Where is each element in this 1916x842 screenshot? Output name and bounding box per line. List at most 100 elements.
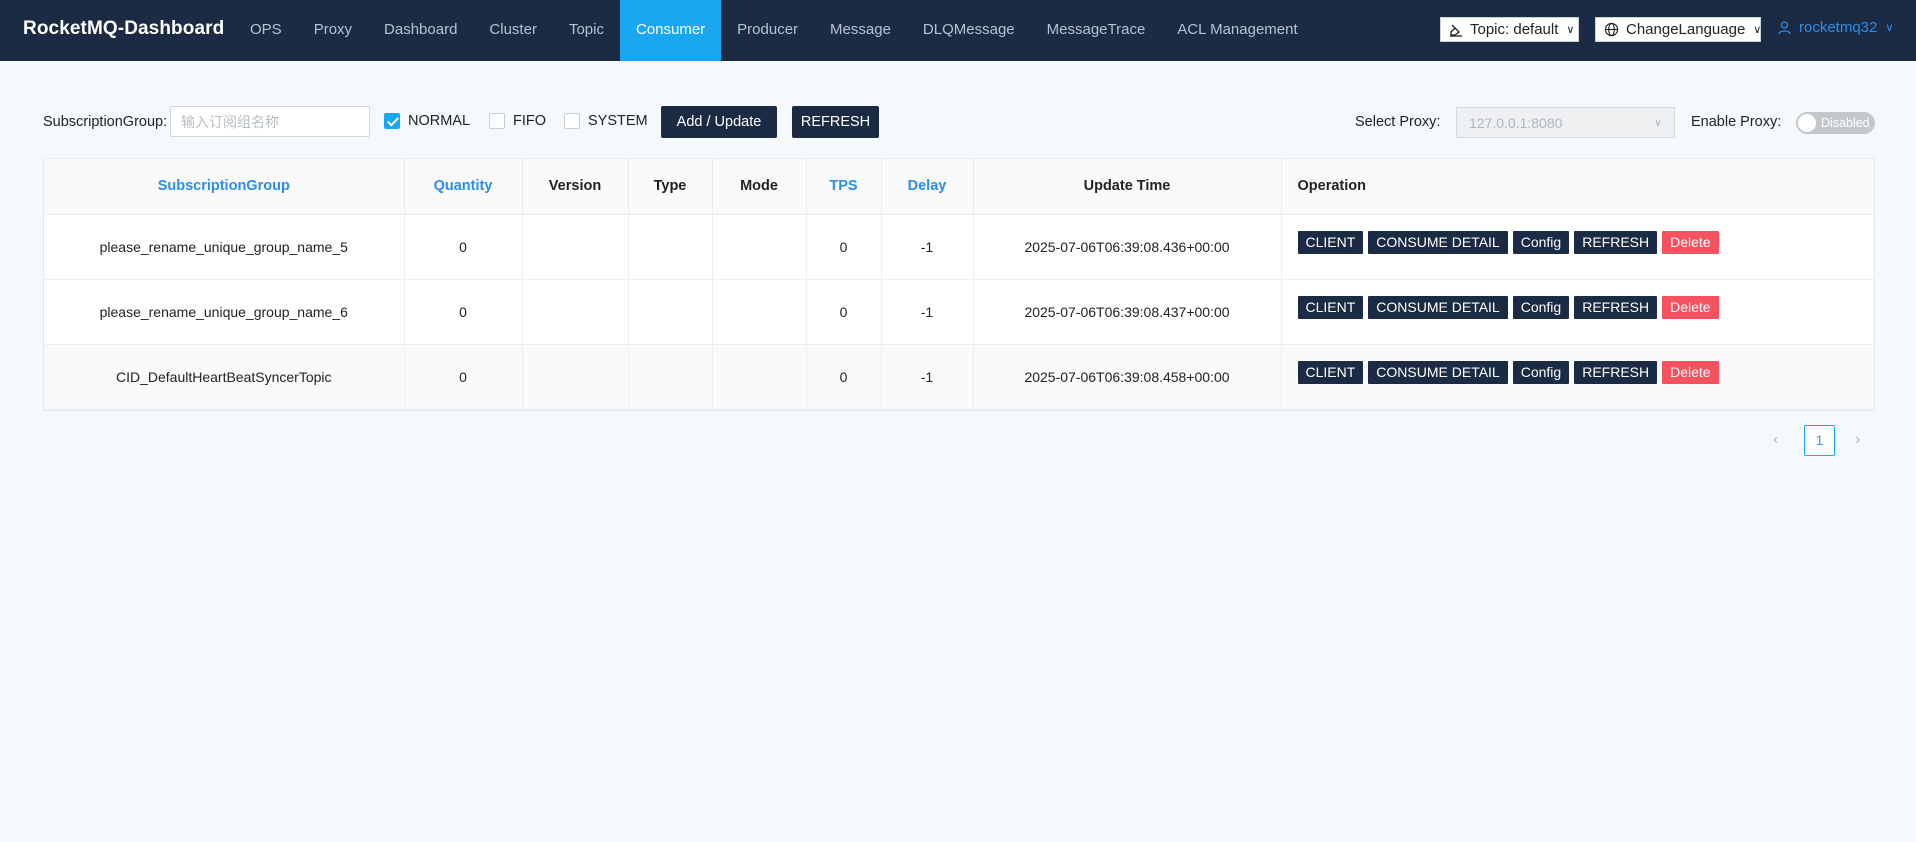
proxy-select-value: 127.0.0.1:8080 [1469,114,1563,131]
proxy-select[interactable]: 127.0.0.1:8080 ∨ [1456,107,1675,138]
table-row: please_rename_unique_group_name_6 0 0 -1… [44,279,1874,345]
toggle-knob [1798,114,1816,132]
consumer-table: SubscriptionGroup Quantity Version Type … [43,158,1875,411]
column-header-subscription-group[interactable]: SubscriptionGroup [44,159,405,215]
nav-item-message[interactable]: Message [814,0,907,61]
broom-icon [1449,23,1463,37]
cell-version [522,279,629,345]
cell-quantity: 0 [404,279,523,345]
table-row: CID_DefaultHeartBeatSyncerTopic 0 0 -1 2… [44,344,1874,410]
nav-item-topic[interactable]: Topic [553,0,620,61]
refresh-button[interactable]: REFRESH [792,106,879,138]
fifo-checkbox-label: FIFO [513,113,547,129]
checkbox-unchecked-icon [489,113,505,129]
cell-operation: CLIENT CONSUME DETAIL Config REFRESH Delete [1281,279,1874,345]
select-proxy-label: Select Proxy: [1355,114,1441,130]
delete-button[interactable]: Delete [1662,296,1719,319]
toggle-state-text: Disabled [1821,116,1870,130]
config-button[interactable]: Config [1512,231,1570,254]
delete-button[interactable]: Delete [1662,361,1719,384]
chevron-left-icon[interactable]: ‹ [1773,431,1778,449]
chevron-down-icon: ∨ [1753,24,1762,36]
column-header-type: Type [628,159,713,215]
cell-version [522,214,629,280]
chevron-down-icon: ∨ [1885,22,1894,34]
enable-proxy-label: Enable Proxy: [1691,114,1782,130]
column-header-version: Version [522,159,629,215]
cell-operation: CLIENT CONSUME DETAIL Config REFRESH Delete [1281,214,1874,280]
cell-version [522,344,629,410]
cell-quantity: 0 [404,344,523,410]
subscription-group-input[interactable] [170,106,370,137]
column-header-tps[interactable]: TPS [806,159,882,215]
fifo-checkbox[interactable]: FIFO [489,113,546,129]
client-button[interactable]: CLIENT [1297,296,1364,319]
column-header-mode: Mode [712,159,807,215]
nav-item-proxy[interactable]: Proxy [298,0,368,61]
column-header-quantity[interactable]: Quantity [404,159,523,215]
cell-tps: 0 [806,214,882,280]
consume-detail-button[interactable]: CONSUME DETAIL [1368,296,1508,319]
column-header-operation: Operation [1281,159,1874,215]
cell-group: CID_DefaultHeartBeatSyncerTopic [44,344,405,410]
nav-item-ops[interactable]: OPS [234,0,298,61]
nav-item-dlqmessage[interactable]: DLQMessage [907,0,1031,61]
normal-checkbox-label: NORMAL [408,113,471,129]
nav-item-consumer[interactable]: Consumer [619,0,722,61]
system-checkbox[interactable]: SYSTEM [564,113,648,129]
topic-select[interactable]: Topic: default ∨ [1440,17,1579,42]
consume-detail-button[interactable]: CONSUME DETAIL [1368,361,1508,384]
chevron-down-icon: ∨ [1653,117,1662,129]
nav-item-dashboard[interactable]: Dashboard [368,0,473,61]
cell-type [628,214,713,280]
nav-item-acl-management[interactable]: ACL Management [1161,0,1313,61]
cell-delay: -1 [881,279,974,345]
cell-group: please_rename_unique_group_name_5 [44,214,405,280]
nav-item-cluster[interactable]: Cluster [473,0,553,61]
pagination-page-1[interactable]: 1 [1804,425,1835,456]
enable-proxy-toggle[interactable]: Disabled [1796,112,1875,134]
cell-quantity: 0 [404,214,523,280]
user-name: rocketmq32 [1799,19,1878,36]
system-checkbox-label: SYSTEM [588,113,648,129]
cell-mode [712,279,807,345]
cell-group: please_rename_unique_group_name_6 [44,279,405,345]
cell-delay: -1 [881,344,974,410]
top-navbar: RocketMQ-Dashboard OPS Proxy Dashboard C… [0,0,1916,61]
checkbox-checked-icon [384,113,400,129]
nav-item-messagetrace[interactable]: MessageTrace [1031,0,1162,61]
row-refresh-button[interactable]: REFRESH [1574,361,1658,384]
cell-delay: -1 [881,214,974,280]
user-icon [1778,20,1791,35]
topic-select-value: Topic: default [1470,21,1559,38]
column-header-update-time: Update Time [973,159,1282,215]
normal-checkbox[interactable]: NORMAL [384,113,470,129]
delete-button[interactable]: Delete [1662,231,1719,254]
nav-item-producer[interactable]: Producer [721,0,814,61]
column-header-delay[interactable]: Delay [881,159,974,215]
user-menu[interactable]: rocketmq32 ∨ [1778,19,1893,36]
globe-icon [1604,22,1619,37]
client-button[interactable]: CLIENT [1297,361,1364,384]
language-select[interactable]: ChangeLanguage ∨ [1595,17,1761,42]
cell-update-time: 2025-07-06T06:39:08.458+00:00 [973,344,1282,410]
main-nav: OPS Proxy Dashboard Cluster Topic Consum… [234,0,1314,61]
table-header-row: SubscriptionGroup Quantity Version Type … [44,159,1874,215]
client-button[interactable]: CLIENT [1297,231,1364,254]
chevron-right-icon[interactable]: › [1855,431,1860,449]
row-refresh-button[interactable]: REFRESH [1574,296,1658,319]
consume-detail-button[interactable]: CONSUME DETAIL [1368,231,1508,254]
row-refresh-button[interactable]: REFRESH [1574,231,1658,254]
add-update-button[interactable]: Add / Update [661,106,777,138]
cell-tps: 0 [806,344,882,410]
cell-tps: 0 [806,279,882,345]
config-button[interactable]: Config [1512,361,1570,384]
config-button[interactable]: Config [1512,296,1570,319]
checkbox-unchecked-icon [564,113,580,129]
cell-type [628,344,713,410]
table-row: please_rename_unique_group_name_5 0 0 -1… [44,214,1874,280]
cell-mode [712,344,807,410]
app-title: RocketMQ-Dashboard [23,18,225,39]
cell-update-time: 2025-07-06T06:39:08.437+00:00 [973,279,1282,345]
cell-update-time: 2025-07-06T06:39:08.436+00:00 [973,214,1282,280]
